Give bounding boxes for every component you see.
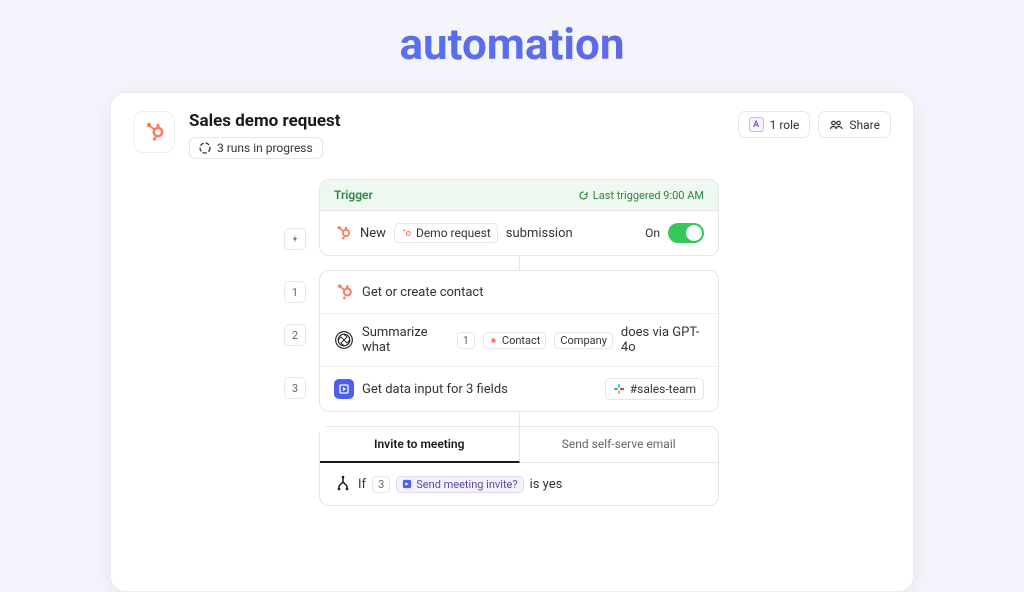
runs-text: 3 runs in progress [217,141,313,155]
trigger-timestamp: Last triggered 9:00 AM [578,189,704,202]
form-icon [402,479,412,489]
toggle-label: On [645,226,660,240]
ref-chip[interactable]: 3 [372,476,390,493]
step-text: Get data input for 3 fields [362,382,508,397]
condition-label: If [358,477,366,492]
workflow-title: Sales demo request [189,111,724,131]
share-button[interactable]: Share [818,111,891,138]
role-tag: A [749,117,764,132]
condition-row[interactable]: If 3 Send meeting invite? is yes [320,463,718,505]
step-row-2[interactable]: 2 Summarize what 1 Contact Company does … [320,314,718,367]
workflow-header: Sales demo request 3 runs in progress A … [111,93,913,159]
hubspot-app-icon [133,111,175,153]
hubspot-icon [334,282,354,302]
roles-button[interactable]: A 1 role [738,111,811,138]
trigger-text-post: submission [506,226,573,241]
connector [519,412,520,426]
openai-icon [334,330,354,350]
contact-chip[interactable]: Contact [483,332,546,349]
hubspot-icon [334,224,352,242]
step-text-pre: Summarize what [362,325,449,355]
branch-icon [334,475,352,493]
step-number: 3 [284,377,306,399]
condition-chip[interactable]: Send meeting invite? [396,476,523,493]
trigger-card[interactable]: Trigger Last triggered 9:00 AM New Demo … [319,179,719,256]
connector [519,256,520,270]
trigger-header: Trigger Last triggered 9:00 AM [320,180,718,211]
trigger-label: Trigger [334,188,373,202]
company-chip[interactable]: Company [554,332,613,349]
runs-badge[interactable]: 3 runs in progress [189,137,323,159]
trigger-body: New Demo request submission On [320,211,718,255]
slack-chip[interactable]: #sales-team [605,378,704,400]
workflow-card: Sales demo request 3 runs in progress A … [110,92,914,592]
trigger-text-pre: New [360,226,386,241]
step-number: 1 [284,281,306,303]
steps-card: 1 Get or create contact 2 Summarize what… [319,270,719,412]
ref-chip[interactable]: 1 [457,332,475,349]
progress-icon [199,142,211,154]
step-text: Get or create contact [362,285,483,300]
share-label: Share [849,118,880,132]
page-heading: automation [0,0,1024,70]
tab-email[interactable]: Send self-serve email [520,427,719,462]
step-row-3[interactable]: 3 Get data input for 3 fields #sales-tea… [320,367,718,411]
step-number: 2 [284,324,306,346]
hubspot-icon [401,228,412,239]
step-row-1[interactable]: 1 Get or create contact [320,271,718,314]
refresh-icon [578,190,589,201]
branch-tabs: Invite to meeting Send self-serve email [320,427,718,463]
slack-icon [613,383,625,395]
trigger-step-icon [284,228,306,250]
condition-post: is yes [530,477,563,492]
flow-canvas: Trigger Last triggered 9:00 AM New Demo … [319,179,719,506]
roles-text: 1 role [770,118,800,132]
step-text-post: does via GPT-4o [621,325,704,355]
trigger-toggle[interactable] [668,223,704,243]
form-icon [334,379,354,399]
share-icon [829,118,843,132]
branch-card: Invite to meeting Send self-serve email … [319,426,719,506]
tab-invite[interactable]: Invite to meeting [320,427,520,463]
trigger-chip[interactable]: Demo request [394,223,498,243]
